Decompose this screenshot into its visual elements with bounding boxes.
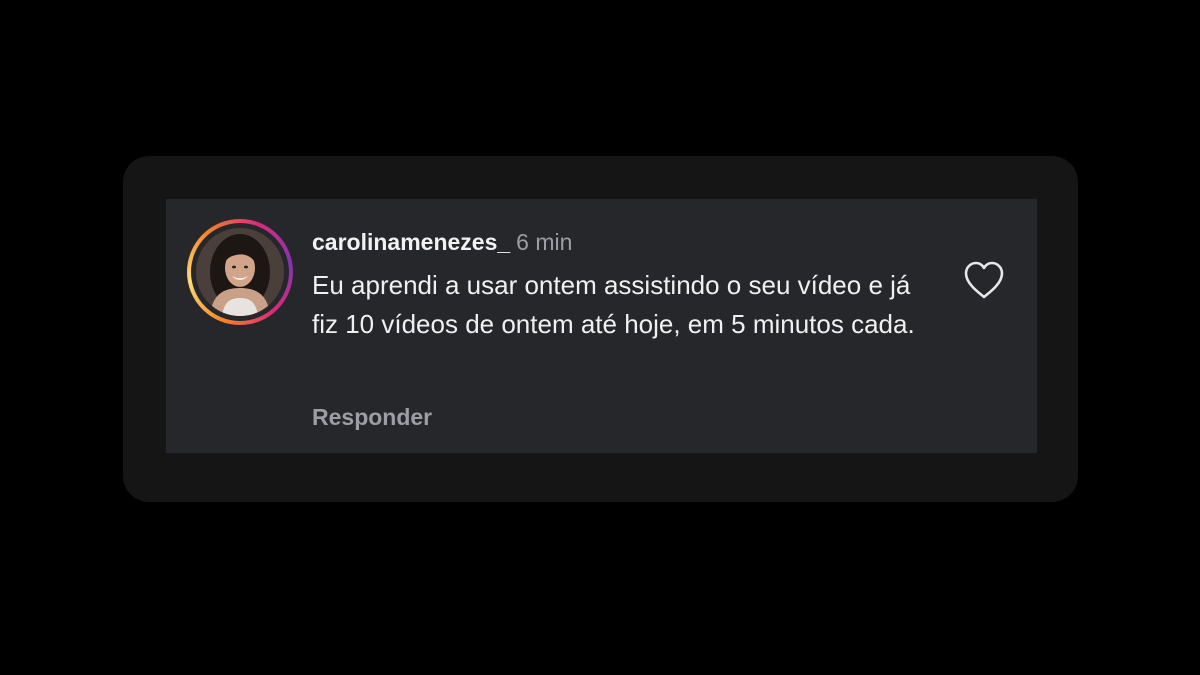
username-link[interactable]: carolinamenezes_ (312, 229, 510, 255)
comment-timestamp: 6 min (516, 229, 573, 255)
avatar-story-ring[interactable] (187, 219, 293, 325)
heart-outline-icon (964, 261, 1004, 299)
comment-text: Eu aprendi a usar ontem assistindo o seu… (312, 270, 915, 339)
avatar-photo (196, 228, 284, 316)
comment-header: carolinamenezes_ 6 min (312, 228, 572, 256)
reply-button[interactable]: Responder (312, 403, 432, 431)
avatar[interactable] (196, 228, 284, 316)
like-button[interactable] (962, 259, 1006, 301)
